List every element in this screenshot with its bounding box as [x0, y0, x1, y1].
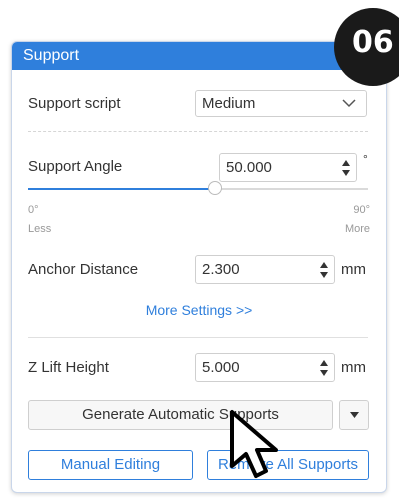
- slider-handle[interactable]: [208, 181, 222, 195]
- generate-options-button[interactable]: [339, 400, 369, 430]
- support-angle-slider[interactable]: [28, 188, 368, 190]
- anchor-distance-unit: mm: [341, 261, 366, 278]
- support-angle-label: Support Angle: [28, 158, 123, 175]
- support-panel: Support Support script Medium Support An…: [11, 41, 387, 493]
- support-angle-value: 50.000: [226, 159, 272, 176]
- slider-max-caption: More: [344, 223, 370, 235]
- support-script-dropdown[interactable]: Medium: [195, 90, 367, 117]
- support-angle-unit: °: [363, 152, 368, 166]
- manual-editing-button[interactable]: Manual Editing: [28, 450, 193, 480]
- z-lift-value: 5.000: [202, 359, 240, 376]
- support-script-value: Medium: [202, 95, 256, 112]
- anchor-distance-value: 2.300: [202, 261, 240, 278]
- section-divider: [28, 337, 368, 338]
- more-settings-link[interactable]: More Settings >>: [12, 302, 386, 318]
- anchor-distance-label: Anchor Distance: [28, 261, 139, 278]
- panel-title: Support: [12, 42, 386, 70]
- generate-supports-button[interactable]: Generate Automatic Supports: [28, 400, 333, 430]
- slider-min-caption: Less: [28, 223, 52, 235]
- spinner-icon[interactable]: [318, 259, 330, 281]
- section-divider: [28, 131, 368, 132]
- slider-fill: [28, 188, 215, 190]
- support-script-label: Support script: [28, 95, 121, 112]
- slider-min-label: 0°: [28, 204, 39, 216]
- mouse-cursor-icon: [230, 410, 278, 478]
- chevron-down-icon: [342, 99, 356, 108]
- z-lift-unit: mm: [341, 359, 366, 376]
- dropdown-arrow-icon: [350, 412, 359, 418]
- spinner-icon[interactable]: [318, 357, 330, 379]
- slider-max-label: 90°: [353, 204, 370, 216]
- z-lift-input[interactable]: 5.000: [195, 353, 335, 382]
- anchor-distance-input[interactable]: 2.300: [195, 255, 335, 284]
- spinner-icon[interactable]: [340, 157, 352, 179]
- support-angle-input[interactable]: 50.000: [219, 153, 357, 182]
- z-lift-label: Z Lift Height: [28, 359, 109, 376]
